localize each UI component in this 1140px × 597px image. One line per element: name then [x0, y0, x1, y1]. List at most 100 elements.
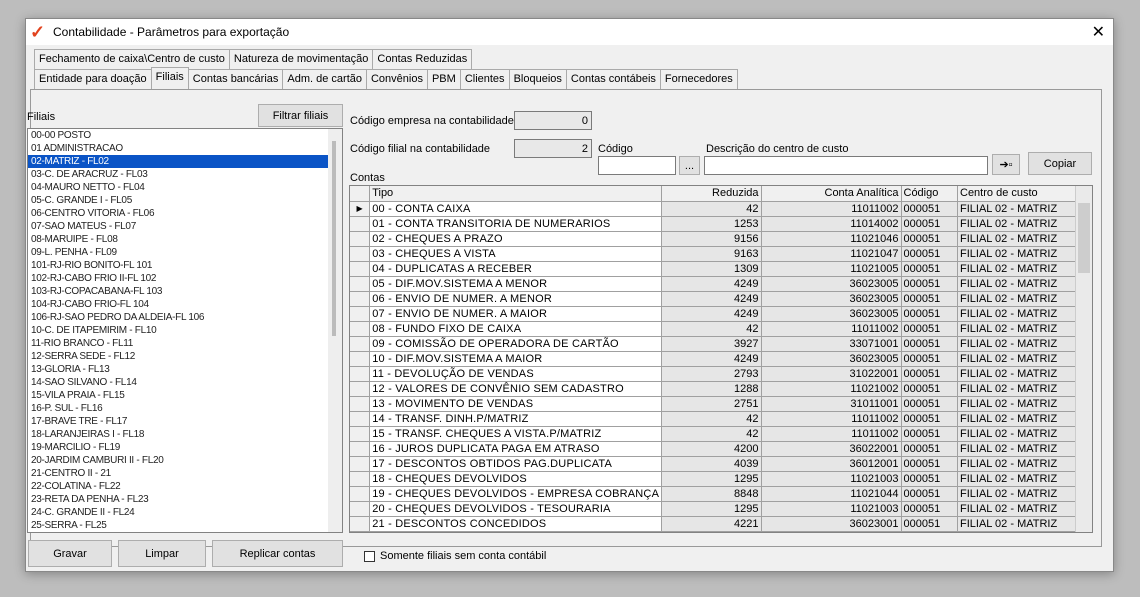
- centro-custo-cell[interactable]: FILIAL 02 - MATRIZ: [957, 486, 1092, 502]
- filial-list-item[interactable]: 02-MATRIZ - FL02: [28, 155, 328, 168]
- codigo-cell[interactable]: 000051: [901, 351, 958, 367]
- column-header[interactable]: Tipo: [369, 186, 663, 202]
- filial-list-item[interactable]: 25-SERRA - FL25: [28, 519, 342, 532]
- codigo-cell[interactable]: 000051: [901, 216, 958, 232]
- conta-analitica-cell[interactable]: 11014002: [761, 216, 902, 232]
- filial-list-item[interactable]: 21-CENTRO II - 21: [28, 467, 342, 480]
- conta-analitica-cell[interactable]: 11011002: [761, 321, 902, 337]
- table-row[interactable]: 04 - DUPLICATAS A RECEBER 1309 11021005 000…: [350, 261, 1092, 277]
- conta-analitica-cell[interactable]: 11011002: [761, 411, 902, 427]
- table-row[interactable]: 09 - COMISSÃO DE OPERADORA DE CARTÃO 3927…: [350, 336, 1092, 352]
- reduzida-cell[interactable]: 4249: [661, 291, 762, 307]
- conta-analitica-cell[interactable]: 33071001: [761, 336, 902, 352]
- codigo-cell[interactable]: 000051: [901, 366, 958, 382]
- reduzida-cell[interactable]: 42: [661, 201, 762, 217]
- reduzida-cell[interactable]: 1253: [661, 216, 762, 232]
- codigo-cell[interactable]: 000051: [901, 276, 958, 292]
- filial-list-item[interactable]: 10-C. DE ITAPEMIRIM - FL10: [28, 324, 342, 337]
- centro-custo-cell[interactable]: FILIAL 02 - MATRIZ: [957, 351, 1092, 367]
- centro-custo-cell[interactable]: FILIAL 02 - MATRIZ: [957, 426, 1092, 442]
- centro-custo-cell[interactable]: FILIAL 02 - MATRIZ: [957, 231, 1092, 247]
- conta-analitica-cell[interactable]: 31022001: [761, 366, 902, 382]
- column-header[interactable]: Código: [901, 186, 958, 202]
- table-row[interactable]: 07 - ENVIO DE NUMER. A MAIOR 4249 36023005…: [350, 306, 1092, 322]
- lookup-button[interactable]: ...: [679, 156, 700, 175]
- apply-arrow-button[interactable]: ➔▫: [992, 154, 1020, 175]
- tipo-cell[interactable]: 01 - CONTA TRANSITORIA DE NUMERARIOS: [369, 216, 663, 232]
- centro-custo-cell[interactable]: FILIAL 02 - MATRIZ: [957, 441, 1092, 457]
- tipo-cell[interactable]: 15 - TRANSF. CHEQUES A VISTA.P/MATRIZ: [369, 426, 663, 442]
- table-row[interactable]: ▶ 00 - CONTA CAIXA 42 11011002 000051 FILIAL …: [350, 201, 1092, 217]
- filial-code-input[interactable]: 2: [514, 139, 592, 158]
- filial-list-item[interactable]: 102-RJ-CABO FRIO II-FL 102: [28, 272, 342, 285]
- only-without-account-checkbox[interactable]: [364, 551, 375, 562]
- filial-list-item[interactable]: 19-MARCILIO - FL19: [28, 441, 342, 454]
- tab-adm-de-cart-o[interactable]: Adm. de cartão: [282, 69, 367, 89]
- conta-analitica-cell[interactable]: 11021044: [761, 486, 902, 502]
- tipo-cell[interactable]: 07 - ENVIO DE NUMER. A MAIOR: [369, 306, 663, 322]
- conta-analitica-cell[interactable]: 36023005: [761, 276, 902, 292]
- tipo-cell[interactable]: 04 - DUPLICATAS A RECEBER: [369, 261, 663, 277]
- filial-list-item[interactable]: 07-SAO MATEUS - FL07: [28, 220, 342, 233]
- filial-list-item[interactable]: 06-CENTRO VITORIA - FL06: [28, 207, 342, 220]
- centro-custo-cell[interactable]: FILIAL 02 - MATRIZ: [957, 276, 1092, 292]
- table-row[interactable]: 14 - TRANSF. DINH.P/MATRIZ 42 11011002 0000…: [350, 411, 1092, 427]
- reduzida-cell[interactable]: 42: [661, 426, 762, 442]
- table-row[interactable]: 08 - FUNDO FIXO DE CAIXA 42 11011002 000051…: [350, 321, 1092, 337]
- tipo-cell[interactable]: 13 - MOVIMENTO DE VENDAS: [369, 396, 663, 412]
- tipo-cell[interactable]: 19 - CHEQUES DEVOLVIDOS - EMPRESA COBRAN…: [369, 486, 663, 502]
- table-row[interactable]: 10 - DIF.MOV.SISTEMA A MAIOR 4249 36023005…: [350, 351, 1092, 367]
- filial-list-item[interactable]: 24-C. GRANDE II - FL24: [28, 506, 342, 519]
- tab-row1-item[interactable]: Contas Reduzidas: [372, 49, 473, 69]
- conta-analitica-cell[interactable]: 11021003: [761, 471, 902, 487]
- reduzida-cell[interactable]: 42: [661, 411, 762, 427]
- centro-custo-cell[interactable]: FILIAL 02 - MATRIZ: [957, 201, 1092, 217]
- reduzida-cell[interactable]: 3927: [661, 336, 762, 352]
- codigo-cell[interactable]: 000051: [901, 426, 958, 442]
- cost-center-code-input[interactable]: [598, 156, 676, 175]
- reduzida-cell[interactable]: 2751: [661, 396, 762, 412]
- centro-custo-cell[interactable]: FILIAL 02 - MATRIZ: [957, 291, 1092, 307]
- conta-analitica-cell[interactable]: 36012001: [761, 456, 902, 472]
- reduzida-cell[interactable]: 1309: [661, 261, 762, 277]
- reduzida-cell[interactable]: 4249: [661, 276, 762, 292]
- tab-contas-cont-beis[interactable]: Contas contábeis: [565, 69, 661, 89]
- table-row[interactable]: 21 - DESCONTOS CONCEDIDOS 4221 36023001 000…: [350, 516, 1092, 532]
- codigo-cell[interactable]: 000051: [901, 246, 958, 262]
- filial-list-item[interactable]: 103-RJ-COPACABANA-FL 103: [28, 285, 342, 298]
- tipo-cell[interactable]: 05 - DIF.MOV.SISTEMA A MENOR: [369, 276, 663, 292]
- conta-analitica-cell[interactable]: 36023005: [761, 291, 902, 307]
- filial-list-item[interactable]: 20-JARDIM CAMBURI II - FL20: [28, 454, 342, 467]
- reduzida-cell[interactable]: 1295: [661, 471, 762, 487]
- tipo-cell[interactable]: 02 - CHEQUES A PRAZO: [369, 231, 663, 247]
- codigo-cell[interactable]: 000051: [901, 456, 958, 472]
- tipo-cell[interactable]: 08 - FUNDO FIXO DE CAIXA: [369, 321, 663, 337]
- filial-list-item[interactable]: 104-RJ-CABO FRIO-FL 104: [28, 298, 342, 311]
- column-header[interactable]: Conta Analítica: [761, 186, 902, 202]
- list-scrollbar[interactable]: [328, 129, 342, 532]
- reduzida-cell[interactable]: 9156: [661, 231, 762, 247]
- codigo-cell[interactable]: 000051: [901, 516, 958, 532]
- filial-list-item[interactable]: 11-RIO BRANCO - FL11: [28, 337, 342, 350]
- tipo-cell[interactable]: 06 - ENVIO DE NUMER. A MENOR: [369, 291, 663, 307]
- centro-custo-cell[interactable]: FILIAL 02 - MATRIZ: [957, 216, 1092, 232]
- tipo-cell[interactable]: 20 - CHEQUES DEVOLVIDOS - TESOURARIA: [369, 501, 663, 517]
- reduzida-cell[interactable]: 9163: [661, 246, 762, 262]
- conta-analitica-cell[interactable]: 11011002: [761, 201, 902, 217]
- conta-analitica-cell[interactable]: 11021005: [761, 261, 902, 277]
- reduzida-cell[interactable]: 1295: [661, 501, 762, 517]
- empresa-code-input[interactable]: 0: [514, 111, 592, 130]
- tab-clientes[interactable]: Clientes: [459, 69, 510, 89]
- tab-filiais[interactable]: Filiais: [150, 67, 189, 89]
- tipo-cell[interactable]: 14 - TRANSF. DINH.P/MATRIZ: [369, 411, 663, 427]
- filter-filiais-button[interactable]: Filtrar filiais: [258, 104, 343, 127]
- filial-list-item[interactable]: 106-RJ-SAO PEDRO DA ALDEIA-FL 106: [28, 311, 342, 324]
- tipo-cell[interactable]: 12 - VALORES DE CONVÊNIO SEM CADASTRO: [369, 381, 663, 397]
- filial-list-item[interactable]: 12-SERRA SEDE - FL12: [28, 350, 342, 363]
- table-row[interactable]: 18 - CHEQUES DEVOLVIDOS 1295 11021003 00005…: [350, 471, 1092, 487]
- codigo-cell[interactable]: 000051: [901, 396, 958, 412]
- filial-list-item[interactable]: 09-L. PENHA - FL09: [28, 246, 342, 259]
- centro-custo-cell[interactable]: FILIAL 02 - MATRIZ: [957, 471, 1092, 487]
- copy-button[interactable]: Copiar: [1028, 152, 1092, 175]
- codigo-cell[interactable]: 000051: [901, 261, 958, 277]
